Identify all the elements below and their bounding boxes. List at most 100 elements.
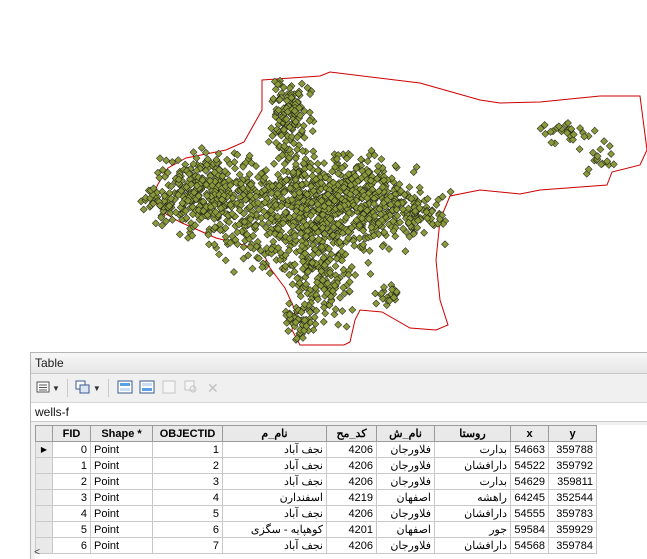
row-selector[interactable]: ▶ [35, 441, 53, 458]
column-header[interactable]: FID [52, 425, 91, 442]
table-cell[interactable]: بدارت [434, 473, 511, 490]
column-header[interactable]: کد_مح [326, 425, 377, 442]
table-row[interactable]: 4 Point 5 نجف آباد 4206 فلاورجان دارافشان 54555… [35, 505, 597, 522]
table-cell[interactable]: فلاورجان [376, 441, 435, 458]
table-cell[interactable]: نجف آباد [222, 441, 327, 458]
table-title-bar[interactable]: Table [31, 353, 647, 374]
table-cell[interactable]: 64245 [510, 489, 549, 506]
switch-selection-button[interactable] [137, 377, 157, 399]
table-cell[interactable]: دارافشان [434, 505, 511, 522]
column-header[interactable]: x [510, 425, 549, 442]
table-cell[interactable]: 5 [152, 505, 223, 522]
table-cell[interactable]: فلاورجان [376, 457, 435, 474]
table-cell[interactable]: جور [434, 521, 511, 538]
table-cell[interactable]: نجف آباد [222, 537, 327, 554]
table-cell[interactable]: 1 [152, 441, 223, 458]
table-row[interactable]: 5 Point 6 کوهپایه - سگزی 4201 اصفهان جور 59584 3… [35, 521, 597, 538]
table-cell[interactable]: 4219 [326, 489, 377, 506]
table-cell[interactable]: 54555 [510, 505, 549, 522]
table-cell[interactable]: 4206 [326, 473, 377, 490]
table-cell[interactable]: 54568 [510, 537, 549, 554]
table-cell[interactable]: اصفهان [376, 521, 435, 538]
table-cell[interactable]: 359792 [548, 457, 597, 474]
map-view[interactable] [0, 0, 647, 352]
table-cell[interactable]: 4 [52, 505, 91, 522]
table-cell[interactable]: Point [90, 441, 153, 458]
table-row[interactable]: 6 Point 7 نجف آباد 4206 فلاورجان دارافشان 54568… [35, 537, 597, 554]
row-selector[interactable] [35, 489, 53, 506]
table-cell[interactable]: Point [90, 521, 153, 538]
table-cell[interactable]: 5 [52, 521, 91, 538]
table-cell[interactable]: Point [90, 457, 153, 474]
table-cell[interactable]: 352544 [548, 489, 597, 506]
layer-tab[interactable]: wells-f [31, 403, 647, 422]
table-cell[interactable]: 0 [52, 441, 91, 458]
related-tables-button[interactable]: ▼ [74, 377, 102, 399]
row-selector-header[interactable] [35, 425, 53, 442]
column-header[interactable]: y [548, 425, 597, 442]
table-cell[interactable]: 6 [52, 537, 91, 554]
scroll-left-arrow[interactable]: < [31, 547, 43, 559]
table-cell[interactable]: 2 [52, 473, 91, 490]
table-cell[interactable]: 4206 [326, 537, 377, 554]
table-cell[interactable]: فلاورجان [376, 537, 435, 554]
row-selector[interactable] [35, 521, 53, 538]
table-cell[interactable]: Point [90, 473, 153, 490]
table-cell[interactable]: اسفندارن [222, 489, 327, 506]
table-cell[interactable]: دارافشان [434, 457, 511, 474]
table-cell[interactable]: 1 [52, 457, 91, 474]
table-cell[interactable]: راهشه [434, 489, 511, 506]
table-cell[interactable]: 3 [52, 489, 91, 506]
table-cell[interactable]: دارافشان [434, 537, 511, 554]
well-point-marker [288, 280, 297, 289]
table-cell[interactable]: Point [90, 505, 153, 522]
row-selector[interactable] [35, 457, 53, 474]
table-cell[interactable]: 2 [152, 457, 223, 474]
table-cell[interactable]: Point [90, 489, 153, 506]
row-selector[interactable] [35, 473, 53, 490]
table-cell[interactable]: فلاورجان [376, 473, 435, 490]
table-options-button[interactable]: ▼ [35, 377, 61, 399]
table-cell[interactable]: 4206 [326, 457, 377, 474]
table-cell[interactable]: 359784 [548, 537, 597, 554]
zoom-to-selected-button[interactable] [181, 377, 201, 399]
column-header[interactable]: نام_ش [376, 425, 435, 442]
column-header[interactable]: OBJECTID [152, 425, 223, 442]
row-selector[interactable] [35, 505, 53, 522]
table-row[interactable]: 2 Point 3 نجف آباد 4206 فلاورجان بدارت 54629 359… [35, 473, 597, 490]
column-header[interactable]: نام_م [222, 425, 327, 442]
table-cell[interactable]: 7 [152, 537, 223, 554]
table-cell[interactable]: 359929 [548, 521, 597, 538]
table-cell[interactable]: بدارت [434, 441, 511, 458]
column-header[interactable]: Shape * [90, 425, 153, 442]
table-cell[interactable]: 359788 [548, 441, 597, 458]
table-row[interactable]: 3 Point 4 اسفندارن 4219 اصفهان راهشه 64245 35254… [35, 489, 597, 506]
table-cell[interactable]: 359783 [548, 505, 597, 522]
map-canvas[interactable] [0, 0, 647, 352]
table-cell[interactable]: 59584 [510, 521, 549, 538]
table-cell[interactable]: نجف آباد [222, 457, 327, 474]
table-cell[interactable]: فلاورجان [376, 505, 435, 522]
table-cell[interactable]: 4201 [326, 521, 377, 538]
table-cell[interactable]: 4206 [326, 505, 377, 522]
table-cell[interactable]: کوهپایه - سگزی [222, 521, 327, 538]
table-cell[interactable]: 4 [152, 489, 223, 506]
select-by-attributes-button[interactable] [115, 377, 135, 399]
delete-selected-button[interactable]: ✕ [203, 377, 223, 399]
table-row[interactable]: 1 Point 2 نجف آباد 4206 فلاورجان دارافشان 54522… [35, 457, 597, 474]
table-cell[interactable]: 3 [152, 473, 223, 490]
table-cell[interactable]: 6 [152, 521, 223, 538]
table-cell[interactable]: Point [90, 537, 153, 554]
column-header[interactable]: روستا [434, 425, 511, 442]
clear-selection-button[interactable] [159, 377, 179, 399]
table-cell[interactable]: 54629 [510, 473, 549, 490]
table-cell[interactable]: نجف آباد [222, 473, 327, 490]
table-cell[interactable]: 54663 [510, 441, 549, 458]
table-cell[interactable]: 54522 [510, 457, 549, 474]
table-cell[interactable]: 4206 [326, 441, 377, 458]
table-row[interactable]: ▶ 0 Point 1 نجف آباد 4206 فلاورجان بدارت 54663 35… [35, 441, 597, 458]
table-cell[interactable]: 359811 [548, 473, 597, 490]
attribute-grid[interactable]: FID Shape * OBJECTID نام_م کد_مح نام_ش ر… [35, 425, 647, 559]
table-cell[interactable]: نجف آباد [222, 505, 327, 522]
table-cell[interactable]: اصفهان [376, 489, 435, 506]
